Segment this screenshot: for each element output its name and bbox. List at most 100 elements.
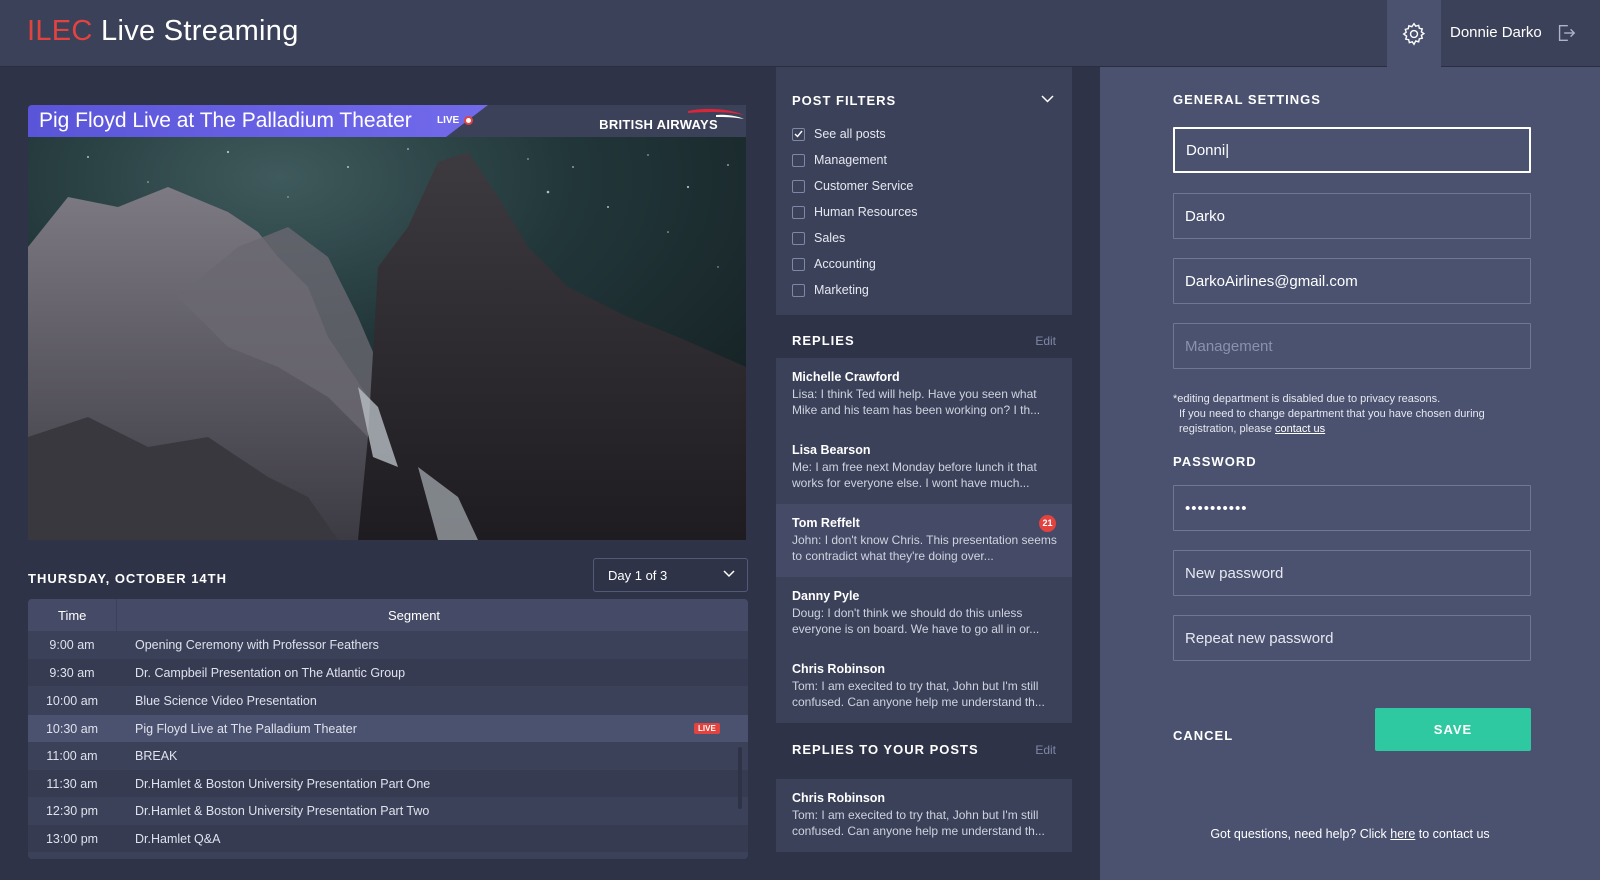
checkbox-checked[interactable] [792,127,805,141]
chevron-down-icon[interactable] [1041,95,1054,103]
reply-author: Danny Pyle [792,589,860,603]
row-segment: Dr.Hamlet & Boston University Presentati… [135,804,430,818]
replies-to-posts-title: REPLIES TO YOUR POSTS [792,742,979,757]
posts-column: POST FILTERS See all posts Management Cu… [776,67,1072,880]
row-segment: Dr.Hamlet Q&A [135,832,221,846]
checkbox[interactable] [792,205,805,219]
filter-label: Accounting [814,257,876,271]
department-note: *editing department is disabled due to p… [1173,392,1533,437]
table-row[interactable]: 11:00 am BREAK [28,742,748,769]
brand-suffix: Live Streaming [92,15,299,47]
mountain-scene-image [28,137,746,540]
replies-to-posts-edit-link[interactable]: Edit [1035,743,1056,757]
checkbox[interactable] [792,179,805,193]
reply-item-highlighted[interactable]: Tom Reffelt 21 John: I don't know Chris.… [776,504,1072,577]
table-row[interactable]: 9:00 am Opening Ceremony with Professor … [28,631,748,658]
reply-item[interactable]: Lisa Bearson Me: I am free next Monday b… [776,431,1072,504]
reply-preview: Tom: I am execited to try that, John but… [792,808,1045,838]
app-header: ILEC Live Streaming Donnie Darko [0,0,1600,67]
save-button[interactable]: SAVE [1375,708,1531,751]
replies-edit-link[interactable]: Edit [1035,334,1056,348]
live-badge: LIVE [694,723,720,734]
note-text: If you need to change department that yo… [1179,408,1485,435]
first-name-field[interactable]: Donni| [1173,127,1531,173]
cancel-button[interactable]: CANCEL [1173,728,1233,743]
filter-accounting[interactable]: Accounting [792,255,876,273]
day-select-value: Day 1 of 3 [608,568,668,583]
brand-prefix: ILEC [27,15,93,47]
table-row[interactable]: 12:30 pm Dr.Hamlet & Boston University P… [28,797,748,824]
check-icon [794,130,803,138]
row-time: 11:30 am [46,777,98,791]
table-row[interactable]: 10:00 am Blue Science Video Presentation [28,687,748,714]
new-password-field[interactable]: New password [1173,550,1531,596]
checkbox[interactable] [792,153,805,167]
column-divider [116,599,117,631]
password-title: PASSWORD [1173,454,1257,469]
repeat-password-field[interactable]: Repeat new password [1173,615,1531,661]
table-row-active[interactable]: 10:30 am Pig Floyd Live at The Palladium… [28,715,748,742]
contact-us-link[interactable]: contact us [1275,423,1325,435]
row-segment: Dr. Campbeil Presentation on The Atlanti… [135,666,406,680]
filter-label: Customer Service [814,179,914,193]
reply-author: Lisa Bearson [792,443,871,457]
stream-panel: Pig Floyd Live at The Palladium Theater … [0,67,776,880]
filter-sales[interactable]: Sales [792,229,845,247]
help-link[interactable]: here [1390,827,1415,841]
checkbox[interactable] [792,283,805,297]
live-label: LIVE [437,115,460,126]
row-time: 11:00 am [46,749,98,763]
replies-title: REPLIES [792,333,855,348]
reply-preview: Lisa: I think Ted will help. Have you se… [792,387,1041,417]
row-time: 10:00 am [45,694,99,708]
filter-human-resources[interactable]: Human Resources [792,203,918,221]
note-line: *editing department is disabled due to p… [1173,393,1441,405]
note-line: If you need to change department that yo… [1173,407,1533,437]
row-segment: BREAK [135,749,178,763]
general-settings-title: GENERAL SETTINGS [1173,92,1321,107]
help-suffix: to contact us [1415,827,1490,841]
reply-item[interactable]: Chris Robinson Tom: I am execited to try… [776,650,1072,723]
row-segment: Opening Ceremony with Professor Feathers [135,638,379,652]
reply-preview: Me: I am free next Monday before lunch i… [792,460,1037,490]
table-row[interactable]: 9:30 am Dr. Campbeil Presentation on The… [28,659,748,686]
row-segment: Dr.Hamlet & Boston University Presentati… [135,777,431,791]
row-segment: Pig Floyd Live at The Palladium Theater [135,722,357,736]
reply-author: Chris Robinson [792,662,886,676]
post-filters-title: POST FILTERS [792,93,897,108]
table-row[interactable]: 13:00 pm Dr.Hamlet Q&A [28,825,748,852]
settings-button[interactable] [1387,0,1441,67]
row-time: 9:30 am [49,666,95,680]
app-logo: ILEC Live Streaming [27,15,299,48]
reply-item[interactable]: Michelle Crawford Lisa: I think Ted will… [776,358,1072,431]
checkbox[interactable] [792,257,805,271]
filter-customer-service[interactable]: Customer Service [792,177,913,195]
video-frame-image [28,137,746,540]
live-dot-icon [464,116,474,125]
reply-author: Michelle Crawford [792,370,900,384]
reply-author: Tom Reffelt [792,516,860,530]
schedule-scrollbar[interactable] [738,747,742,809]
row-time: 9:00 am [49,638,95,652]
filter-marketing[interactable]: Marketing [792,281,869,299]
reply-item[interactable]: Chris Robinson Tom: I am execited to try… [776,779,1072,852]
user-name[interactable]: Donnie Darko [1450,24,1542,41]
logout-button[interactable] [1555,22,1579,46]
current-password-field[interactable]: •••••••••• [1173,485,1531,531]
row-time: 13:00 pm [45,832,99,846]
last-name-field[interactable]: Darko [1173,193,1531,239]
logout-icon [1558,24,1576,42]
table-row[interactable]: 11:30 am Dr.Hamlet & Boston University P… [28,770,748,797]
unread-count-badge: 21 [1039,515,1056,532]
day-select[interactable]: Day 1 of 3 [593,558,748,592]
video-player[interactable]: Pig Floyd Live at The Palladium Theater … [28,105,746,540]
replies-panel: REPLIES Edit Michelle Crawford Lisa: I t… [776,315,1072,795]
video-title: Pig Floyd Live at The Palladium Theater [39,109,412,132]
row-time: 12:30 pm [45,804,99,818]
filter-see-all-posts[interactable]: See all posts [792,125,886,143]
help-prefix: Got questions, need help? Click [1210,827,1391,841]
checkbox[interactable] [792,231,805,245]
reply-item[interactable]: Danny Pyle Doug: I don't think we should… [776,577,1072,650]
filter-management[interactable]: Management [792,151,887,169]
email-field[interactable]: DarkoAirlines@gmail.com [1173,258,1531,304]
